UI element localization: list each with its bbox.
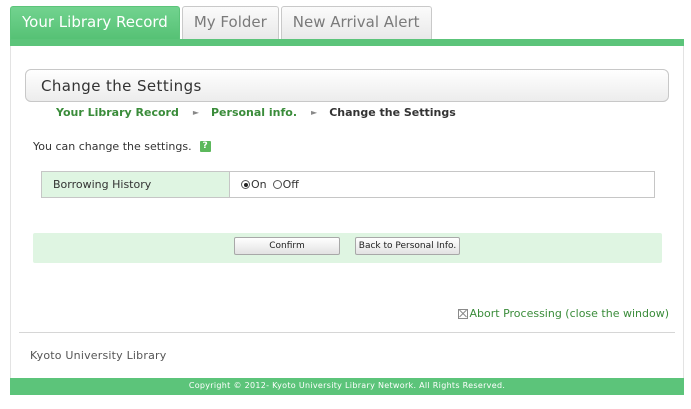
divider bbox=[19, 332, 675, 333]
back-to-personal-info-button[interactable]: Back to Personal Info. bbox=[355, 237, 460, 255]
option-on-label: On bbox=[251, 178, 267, 191]
radio-off[interactable] bbox=[272, 180, 282, 189]
option-off-label: Off bbox=[282, 178, 299, 191]
instruction-note: You can change the settings. ? bbox=[33, 140, 211, 153]
settings-row-borrowing-history: Borrowing History On Off bbox=[41, 171, 655, 198]
settings-value: On Off bbox=[230, 172, 654, 197]
option-off[interactable]: Off bbox=[272, 178, 299, 191]
breadcrumb-separator-icon: ► bbox=[192, 108, 199, 117]
help-icon[interactable]: ? bbox=[199, 141, 211, 152]
abort-processing[interactable]: Abort Processing (close the window) bbox=[457, 307, 670, 320]
instruction-text: You can change the settings. bbox=[33, 140, 192, 153]
radio-on[interactable] bbox=[241, 180, 250, 189]
page-title: Change the Settings bbox=[25, 69, 669, 102]
breadcrumb-your-library-record[interactable]: Your Library Record bbox=[56, 106, 179, 119]
main-panel: Change the Settings Your Library Record … bbox=[10, 46, 684, 378]
tab-new-arrival-alert[interactable]: New Arrival Alert bbox=[280, 6, 432, 40]
button-bar: Confirm Back to Personal Info. bbox=[33, 233, 662, 263]
footer-copyright: Copyright © 2012- Kyoto University Libra… bbox=[10, 378, 684, 395]
tab-underline-bar bbox=[10, 39, 684, 46]
library-name: Kyoto University Library bbox=[30, 349, 167, 362]
breadcrumb-current: Change the Settings bbox=[329, 106, 456, 119]
abort-processing-link[interactable]: Abort Processing (close the window) bbox=[470, 307, 670, 320]
option-on[interactable]: On bbox=[241, 178, 267, 191]
confirm-button[interactable]: Confirm bbox=[234, 237, 340, 255]
tab-my-folder[interactable]: My Folder bbox=[181, 6, 279, 40]
breadcrumb: Your Library Record ► Personal info. ► C… bbox=[56, 106, 456, 119]
breadcrumb-personal-info[interactable]: Personal info. bbox=[211, 106, 297, 119]
tab-bar: Your Library Record My Folder New Arriva… bbox=[10, 6, 434, 40]
close-box-icon[interactable] bbox=[457, 308, 468, 319]
breadcrumb-separator-icon: ► bbox=[311, 108, 318, 117]
settings-label: Borrowing History bbox=[42, 172, 230, 197]
tab-your-library-record[interactable]: Your Library Record bbox=[10, 6, 180, 40]
